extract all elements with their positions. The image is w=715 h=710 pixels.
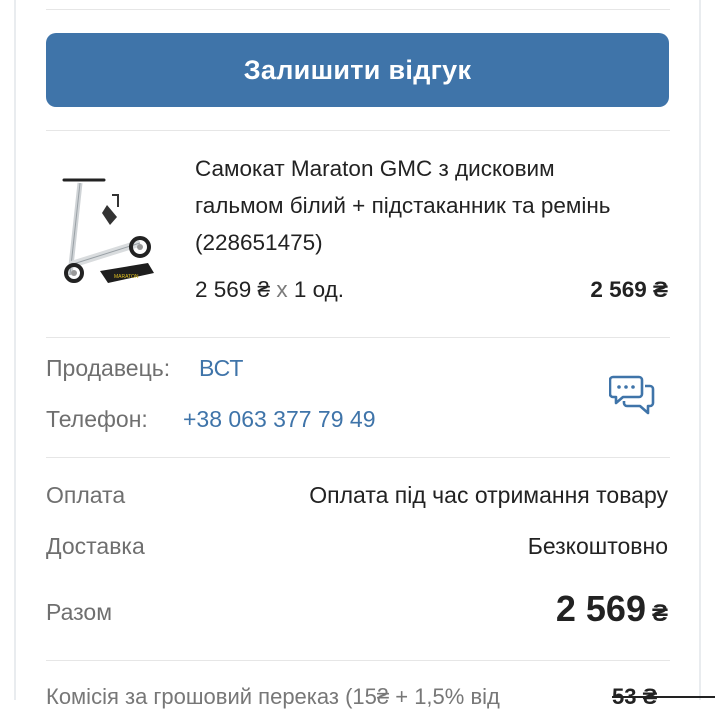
phone-label: Телефон: — [46, 406, 148, 432]
order-total-value: 2 569 — [555, 588, 646, 629]
payment-label: Оплата — [46, 482, 126, 508]
delivery-label: Доставка — [46, 533, 145, 559]
divider-product — [46, 130, 670, 131]
top-divider — [46, 9, 670, 10]
payment-value: Оплата під час отримання товару — [309, 482, 668, 508]
divider-commission — [46, 660, 670, 661]
unit-price-line: 2 569 ₴ х 1 од. — [195, 277, 344, 303]
divider-summary — [46, 457, 670, 458]
seller-name-link[interactable]: ВСТ — [199, 355, 243, 382]
product-total-price: 2 569 ₴ — [590, 277, 668, 302]
left-frame-line — [14, 0, 16, 700]
leave-review-button[interactable]: Залишити відгук — [46, 33, 669, 107]
right-frame-line — [699, 0, 701, 700]
phone-link[interactable]: +38 063 377 79 49 — [183, 406, 376, 433]
svg-text:MARATON: MARATON — [114, 274, 139, 280]
seller-label: Продавець: — [46, 355, 171, 381]
unit-price: 2 569 ₴ — [195, 277, 271, 302]
divider-seller — [46, 337, 670, 338]
commission-text: Комісія за грошовий переказ (15₴ + 1,5% … — [46, 684, 500, 709]
chat-bubbles-icon[interactable] — [609, 374, 655, 418]
total-label: Разом — [46, 599, 113, 625]
order-total: 2 569 ₴ — [556, 588, 668, 630]
product-image[interactable]: MARATON — [52, 165, 162, 295]
delivery-value: Безкоштовно — [527, 533, 668, 559]
order-total-currency: ₴ — [651, 600, 668, 627]
quantity: 1 од. — [293, 277, 345, 302]
times-sign: х — [276, 277, 288, 302]
commission-underline — [612, 696, 715, 698]
product-title[interactable]: Самокат Maraton GMC з дисковим гальмом б… — [195, 150, 645, 261]
